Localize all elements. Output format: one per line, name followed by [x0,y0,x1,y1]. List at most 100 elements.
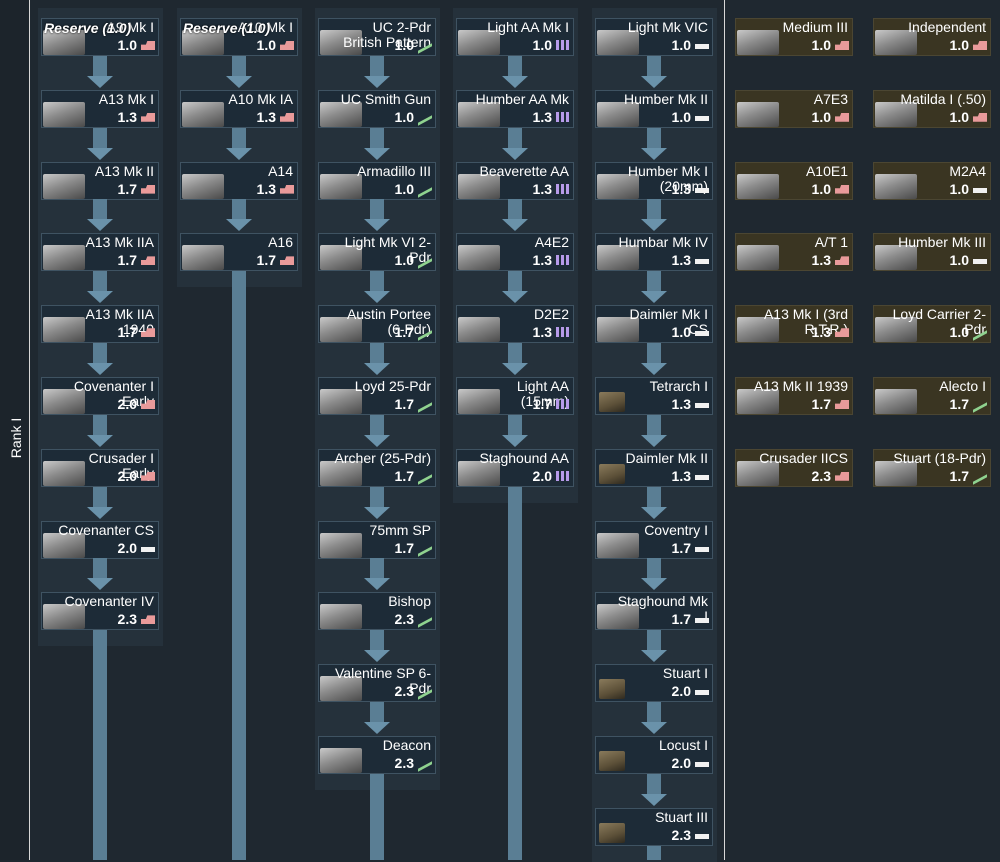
vehicle-card[interactable]: Stuart I 2.0 [595,664,713,703]
battle-rating: 2.3 [671,826,691,843]
vehicle-card[interactable]: UC Smith Gun 1.0 [318,89,436,128]
vehicle-card[interactable]: Locust I 2.0 [595,736,713,774]
vehicle-card[interactable]: D2E2 1.3 [456,305,574,344]
research-arrow [87,291,113,304]
vehicle-card[interactable]: Tetrarch I 1.3 [595,377,713,415]
research-line [93,630,107,860]
vehicle-name: Stuart (18-Pdr) [893,450,986,466]
premium-divider [724,0,725,860]
research-line [647,55,661,78]
vehicle-card[interactable]: A10 Mk IA 1.3 [180,89,298,128]
vehicle-card[interactable]: Covenanter I Early 2.0 [41,377,159,415]
vehicle-name: Light AA (15mm) [516,379,569,409]
vehicle-card[interactable]: Stuart III 2.3 [595,807,713,846]
vehicle-card[interactable]: UC 2-Pdr British Pattern 1.0 [318,18,436,56]
research-arrow [502,291,528,304]
battle-rating: 1.0 [394,108,414,125]
vehicle-card[interactable]: Matilda I (.50) 1.0 [873,89,991,128]
research-line [93,199,107,222]
vehicle-card[interactable]: Crusader IICS 2.3 [735,448,853,487]
vehicle-card[interactable]: Light AA (15mm) 1.7 [456,377,574,415]
battle-rating: 1.7 [394,467,414,484]
research-arrow [87,434,113,447]
battle-rating: 1.3 [671,396,691,412]
vehicle-card[interactable]: Stuart (18-Pdr) 1.7 [873,448,991,487]
vehicle-card[interactable]: Light Mk VI 2- Pdr 1.0 [318,233,436,272]
light-vehicle-icon [141,546,155,552]
vehicle-card[interactable]: A13 Mk II 1.7 [41,161,159,200]
battle-rating: 2.0 [117,539,137,556]
vehicle-card[interactable]: A16 1.7 [180,233,298,272]
research-line [647,630,661,653]
vehicle-name: Covenanter IV [64,594,155,610]
research-arrow [502,147,528,160]
battle-rating: 1.0 [949,252,969,269]
vehicle-card[interactable]: Humber AA Mk 1.3 [456,89,574,128]
research-line [370,343,384,365]
vehicle-card[interactable]: Daimler Mk II 1.3 [595,448,713,487]
vehicle-name: A13 Mk I [98,91,154,107]
vehicle-card[interactable]: A13 Mk IIA 1940 1.7 [41,305,159,344]
vehicle-card[interactable]: Independent 1.0 [873,18,991,56]
vehicle-card[interactable]: Covenanter CS 2.0 [41,520,159,559]
vehicle-card[interactable]: Coventry I 1.7 [595,520,713,559]
battle-rating: 1.7 [532,396,552,412]
vehicle-card[interactable]: A10 Mk I Reserve (1.0) 1.0 [180,18,298,56]
vehicle-card[interactable]: Crusader I Early 2.0 [41,448,159,487]
vehicle-card[interactable]: Bishop 2.3 [318,592,436,631]
vehicle-card[interactable]: A7E3 1.0 [735,89,853,128]
spaa-icon [556,40,570,50]
vehicle-card[interactable]: Light AA Mk I 1.0 [456,18,574,56]
vehicle-card[interactable]: A10E1 1.0 [735,161,853,200]
vehicle-card[interactable]: Beaverette AA 1.3 [456,161,574,200]
vehicle-card[interactable]: A13 Mk I (3rd R.T.R.) 1.3 [735,305,853,344]
vehicle-card[interactable]: Deacon 2.3 [318,736,436,774]
rank-label: Rank I [8,417,24,459]
vehicle-card[interactable]: Medium III 1.0 [735,18,853,56]
vehicle-card[interactable]: Humber Mk III 1.0 [873,233,991,272]
vehicle-card[interactable]: A14 1.3 [180,161,298,200]
vehicle-card[interactable]: A4E2 1.3 [456,233,574,272]
vehicle-name: Daimler Mk II [625,450,708,466]
vehicle-card[interactable]: Loyd 25-Pdr 1.7 [318,377,436,415]
vehicle-card[interactable]: A13 Mk I 1.3 [41,89,159,128]
research-arrow [641,722,667,734]
vehicle-card[interactable]: Austin Portee (6-Pdr) 1.7 [318,305,436,344]
vehicle-card[interactable]: A9 Mk I Reserve (1.0) 1.0 [41,18,159,56]
vehicle-card[interactable]: M2A4 1.0 [873,161,991,200]
vehicle-card[interactable]: Staghound AA 2.0 [456,448,574,487]
vehicle-card[interactable]: Loyd Carrier 2- Pdr 1.0 [873,305,991,344]
vehicle-card[interactable]: Valentine SP 6- Pdr 2.3 [318,664,436,703]
vehicle-card[interactable]: Light Mk VIC 1.0 [595,18,713,56]
vehicle-card[interactable]: Daimler Mk I CS 1.0 [595,305,713,344]
research-line [370,486,384,509]
light-vehicle-icon [695,690,709,696]
battle-rating: 1.0 [394,252,414,269]
vehicle-card[interactable]: Alecto I 1.7 [873,377,991,415]
research-line [508,55,522,78]
battle-rating: 1.0 [671,37,691,53]
battle-rating: 2.3 [394,683,414,700]
vehicle-card[interactable]: 75mm SP 1.7 [318,520,436,559]
battle-rating: 2.0 [671,755,691,771]
vehicle-card[interactable]: A13 Mk II 1939 1.7 [735,377,853,415]
research-line [370,702,384,724]
vehicle-card[interactable]: Humber Mk II 1.0 [595,89,713,128]
vehicle-card[interactable]: Armadillo III 1.0 [318,161,436,200]
vehicle-name: A14 [268,163,293,179]
vehicle-card[interactable]: A13 Mk IIA 1.7 [41,233,159,272]
vehicle-card[interactable]: Humbar Mk IV 1.3 [595,233,713,272]
research-line [370,271,384,294]
vehicle-name: M2A4 [949,163,986,179]
vehicle-card[interactable]: Humber Mk I (20mm) 1.3 [595,161,713,200]
research-line [370,414,384,437]
vehicle-name: A13 Mk II 1939 [753,379,848,394]
vehicle-card[interactable]: Staghound Mk I 1.7 [595,592,713,631]
vehicle-card[interactable]: Archer (25-Pdr) 1.7 [318,448,436,487]
light-vehicle-icon [695,474,709,480]
vehicle-name: Staghound Mk I [617,594,708,625]
vehicle-card[interactable]: Covenanter IV 2.3 [41,592,159,631]
research-arrow [364,722,390,734]
battle-rating: 1.0 [394,37,414,53]
vehicle-card[interactable]: A/T 1 1.3 [735,233,853,272]
